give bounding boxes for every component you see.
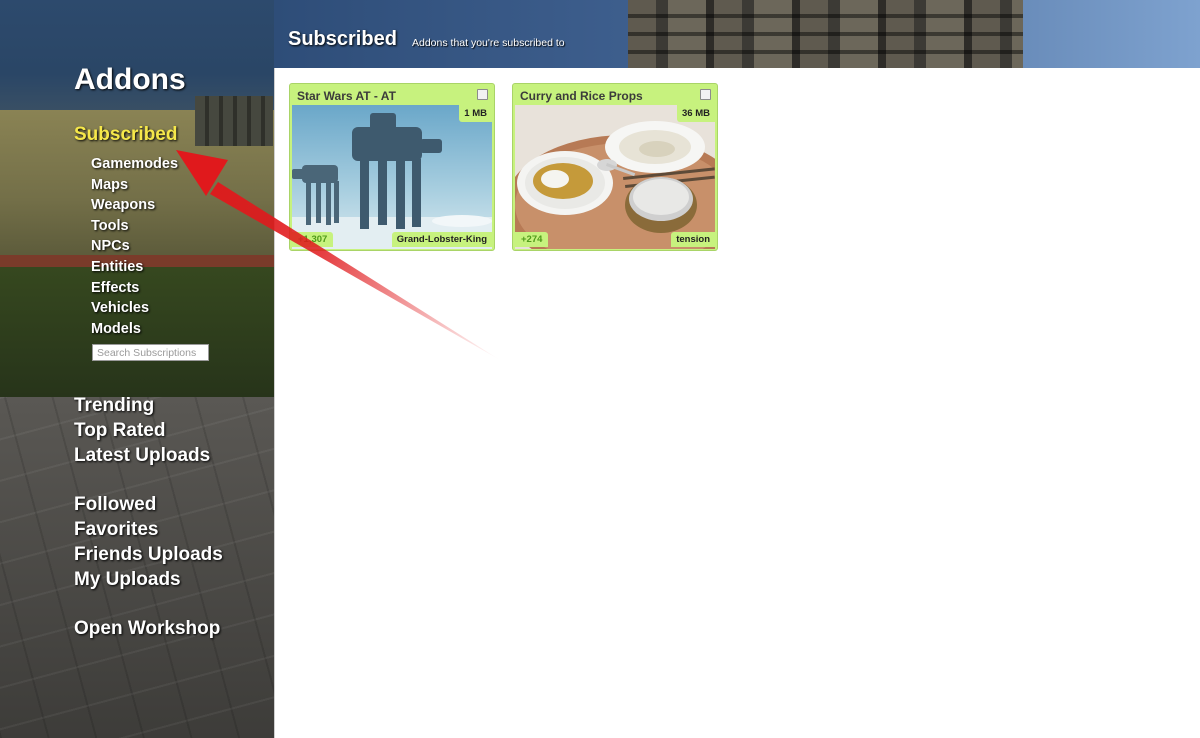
addon-author[interactable]: Grand-Lobster-King — [391, 232, 492, 247]
open-workshop-link[interactable]: Open Workshop — [74, 616, 220, 641]
addon-votes-badge: +1,307 — [292, 232, 334, 247]
addon-card[interactable]: Curry and Rice Props 36 MB +274 tension — [512, 83, 718, 251]
sidebar-item-my-uploads[interactable]: My Uploads — [74, 567, 223, 592]
addons-panel: Star Wars AT - AT 1 MB +1,307 Grand-Lobs… — [274, 68, 1200, 738]
sidebar-item-favorites[interactable]: Favorites — [74, 517, 223, 542]
checkbox-icon[interactable] — [700, 89, 711, 100]
category-gamemodes[interactable]: Gamemodes — [91, 154, 178, 175]
category-tools[interactable]: Tools — [91, 216, 178, 237]
category-effects[interactable]: Effects — [91, 278, 178, 299]
sidebar: Addons Subscribed Gamemodes Maps Weapons… — [0, 0, 274, 738]
category-list: Gamemodes Maps Weapons Tools NPCs Entiti… — [91, 154, 178, 339]
social-nav: Followed Favorites Friends Uploads My Up… — [74, 492, 223, 592]
sidebar-item-top-rated[interactable]: Top Rated — [74, 418, 210, 443]
addon-title: Star Wars AT - AT — [297, 89, 396, 103]
sidebar-item-followed[interactable]: Followed — [74, 492, 223, 517]
checkbox-icon[interactable] — [477, 89, 488, 100]
category-npcs[interactable]: NPCs — [91, 236, 178, 257]
addon-title: Curry and Rice Props — [520, 89, 643, 103]
search-subscriptions-input[interactable] — [92, 344, 209, 361]
addon-size-badge: 1 MB — [459, 105, 492, 122]
sidebar-item-subscribed[interactable]: Subscribed — [74, 124, 177, 146]
building-backdrop — [628, 0, 1023, 68]
addon-thumbnail — [292, 105, 492, 249]
sidebar-title: Addons — [74, 63, 186, 96]
browse-nav: Trending Top Rated Latest Uploads — [74, 393, 210, 468]
addon-author[interactable]: tension — [671, 232, 715, 247]
addon-thumbnail — [515, 105, 715, 249]
page-title: Subscribed — [288, 28, 397, 50]
category-entities[interactable]: Entities — [91, 257, 178, 278]
addon-size-badge: 36 MB — [677, 105, 715, 122]
category-weapons[interactable]: Weapons — [91, 195, 178, 216]
category-models[interactable]: Models — [91, 319, 178, 340]
sidebar-item-trending[interactable]: Trending — [74, 393, 210, 418]
category-vehicles[interactable]: Vehicles — [91, 298, 178, 319]
workshop-nav: Open Workshop — [74, 616, 220, 641]
category-maps[interactable]: Maps — [91, 175, 178, 196]
addon-card[interactable]: Star Wars AT - AT 1 MB +1,307 Grand-Lobs… — [289, 83, 495, 251]
sidebar-item-friends-uploads[interactable]: Friends Uploads — [74, 542, 223, 567]
addon-votes-badge: +274 — [515, 232, 549, 247]
page-subtitle: Addons that you're subscribed to — [412, 37, 565, 49]
sidebar-item-latest-uploads[interactable]: Latest Uploads — [74, 443, 210, 468]
